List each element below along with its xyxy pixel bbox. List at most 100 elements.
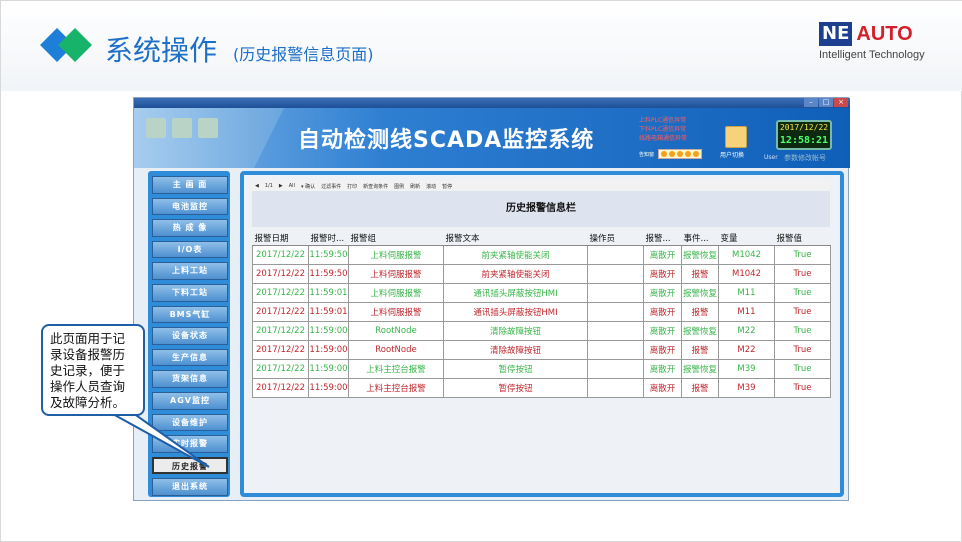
column-header[interactable]: 报警组 [348, 231, 444, 246]
sidebar-item-main[interactable]: 主 画 面 [152, 176, 228, 194]
sidebar-item-battery-monitor[interactable]: 电池监控 [152, 197, 228, 216]
maximize-button[interactable]: □ [819, 98, 833, 107]
table-row[interactable]: 2017/12/22 11:59:00 RootNode 清除故障按钮 离散开 报警恢复 M… [252, 320, 831, 341]
table-cell [587, 244, 644, 265]
alarm-toolbar: ◀ 1/1 ▶ All ▾ 确认 过滤事件 打印 新查询条件 图例 刷新 滚动 … [252, 181, 830, 191]
table-cell: 报警恢复 [681, 282, 719, 303]
alarm-messages: 上料PLC通信异常 下料PLC通信异常 线路电箱通信异常 [639, 116, 687, 143]
callout-pointer [110, 412, 210, 468]
table-row[interactable]: 2017/12/22 11:59:01 上料伺服报警 通讯插头屏蔽按钮HMI 离散开 报警… [252, 301, 831, 322]
table-cell: 离散开 [643, 377, 682, 398]
sidebar-item-bms-cylinder[interactable]: BMS气缸 [152, 305, 228, 324]
legend-button[interactable]: 图例 [394, 183, 404, 190]
table-cell: 2017/12/22 [252, 377, 309, 398]
table-cell: 清除故障按钮 [443, 339, 588, 360]
sidebar-item-exit[interactable]: 退出系统 [152, 478, 228, 496]
table-row[interactable]: 2017/12/22 11:59:00 RootNode 清除故障按钮 离散开 报警 M22… [252, 339, 831, 360]
alarm-message: 上料PLC通信异常 [639, 117, 687, 124]
user-name: 参数修改帐号 [784, 154, 826, 162]
user-avatar-icon[interactable] [725, 126, 747, 148]
table-cell [587, 339, 644, 360]
sidebar-item-loading-station[interactable]: 上料工站 [152, 262, 228, 280]
column-header[interactable]: 报警日期 [252, 231, 309, 246]
alarm-message: 线路电箱通信异常 [639, 135, 688, 142]
sidebar-item-unloading-station[interactable]: 下料工站 [152, 283, 228, 302]
column-header[interactable]: 报警文本 [443, 231, 588, 246]
system-title: 自动检测线SCADA监控系统 [298, 128, 595, 153]
confirm-button[interactable]: ▾ 确认 [301, 183, 315, 190]
table-cell: 报警 [681, 263, 719, 284]
table-row[interactable]: 2017/12/22 11:59:50 上料伺服报警 前夹紧轴使能关闭 离散开 报警恢复 M… [252, 244, 831, 265]
table-cell: 离散开 [643, 301, 682, 322]
table-cell: M11 [718, 282, 775, 303]
table-cell: 2017/12/22 [252, 301, 309, 322]
sidebar-item-production-info[interactable]: 生产信息 [152, 348, 228, 367]
table-row[interactable]: 2017/12/22 11:59:50 上料伺服报警 前夹紧轴使能关闭 离散开 报警 M10… [252, 263, 831, 284]
print-button[interactable]: 打印 [347, 183, 357, 190]
sidebar-item-thermal[interactable]: 热 成 像 [152, 219, 228, 237]
page-indicator: 1/1 [264, 183, 273, 189]
table-cell: 报警 [681, 301, 719, 322]
table-cell [587, 282, 644, 303]
table-cell: 暂停按钮 [443, 377, 588, 398]
company-logo-blurred [146, 118, 218, 138]
alarm-led-icons [658, 149, 703, 159]
column-header[interactable]: 报警... [643, 231, 682, 246]
refresh-button[interactable]: 刷新 [410, 183, 420, 190]
table-cell: 清除故障按钮 [443, 320, 588, 341]
close-button[interactable]: × [834, 98, 848, 107]
scada-banner: 自动检测线SCADA监控系统 上料PLC通信异常 下料PLC通信异常 线路电箱通… [134, 108, 850, 168]
logo-tagline: Intelligent Technology [819, 49, 925, 61]
table-row[interactable]: 2017/12/22 11:59:01 上料伺服报警 通讯插头屏蔽按钮HMI 离散开 报警… [252, 282, 831, 303]
logo-auto: AUTO [856, 22, 913, 45]
table-cell: 前夹紧轴使能关闭 [443, 263, 588, 284]
table-cell: True [774, 339, 831, 360]
prev-page-icon[interactable]: ◀ [255, 183, 259, 189]
table-cell: True [774, 282, 831, 303]
user-switch-button[interactable]: 用户切换 [720, 150, 744, 159]
sidebar-item-agv-monitor[interactable]: AGV监控 [152, 391, 228, 410]
table-cell: 上料主控台报警 [348, 358, 444, 379]
table-cell: M11 [718, 301, 775, 322]
table-cell: 11:59:50 [308, 244, 349, 265]
table-cell [587, 320, 644, 341]
filter-select[interactable]: All [289, 183, 295, 189]
panel-title: 历史报警信息栏 [252, 191, 830, 227]
table-cell: 通讯插头屏蔽按钮HMI [443, 282, 588, 303]
sidebar-item-shelf-info[interactable]: 货架信息 [152, 370, 228, 388]
column-header[interactable]: 变量 [718, 231, 775, 246]
pause-button[interactable]: 暂停 [442, 183, 452, 190]
table-cell: 2017/12/22 [252, 358, 309, 379]
column-header[interactable]: 事件... [681, 231, 719, 246]
column-header[interactable]: 报警时... [308, 231, 349, 246]
table-cell: 11:59:00 [308, 377, 349, 398]
table-cell: M22 [718, 339, 775, 360]
column-header[interactable]: 操作员 [587, 231, 644, 246]
sidebar-item-device-status[interactable]: 设备状态 [152, 327, 228, 345]
new-query-button[interactable]: 新查询条件 [363, 183, 388, 190]
table-cell: M1042 [718, 263, 775, 284]
scroll-button[interactable]: 滚动 [426, 183, 436, 190]
minimize-button[interactable]: – [804, 98, 818, 107]
filter-events-button[interactable]: 过滤事件 [321, 183, 341, 190]
table-cell: 上料伺服报警 [348, 282, 444, 303]
table-row[interactable]: 2017/12/22 11:59:00 上料主控台报警 暂停按钮 离散开 报警 M39 Tru… [252, 377, 831, 398]
table-cell: 11:59:01 [308, 301, 349, 322]
table-cell [587, 358, 644, 379]
column-header[interactable]: 报警值 [774, 231, 831, 246]
table-cell: RootNode [348, 339, 444, 360]
window-titlebar: – □ × [134, 98, 850, 108]
table-cell: 2017/12/22 [252, 263, 309, 284]
next-page-icon[interactable]: ▶ [279, 183, 283, 189]
table-cell: 报警 [681, 377, 719, 398]
table-cell: 2017/12/22 [252, 320, 309, 341]
table-cell: 报警恢复 [681, 244, 719, 265]
table-cell: RootNode [348, 320, 444, 341]
table-cell: 上料伺服报警 [348, 263, 444, 284]
table-row[interactable]: 2017/12/22 11:59:00 上料主控台报警 暂停按钮 离散开 报警恢复 M39 T… [252, 358, 831, 379]
logo-ne: NE [819, 22, 853, 46]
alarm-table: 报警日期 报警时... 报警组 报警文本 操作员 报警... 事件... 变量 报警值 2017… [252, 231, 831, 398]
table-cell: 11:59:50 [308, 263, 349, 284]
table-cell: 报警恢复 [681, 320, 719, 341]
sidebar-item-io-table[interactable]: I/O表 [152, 240, 228, 259]
